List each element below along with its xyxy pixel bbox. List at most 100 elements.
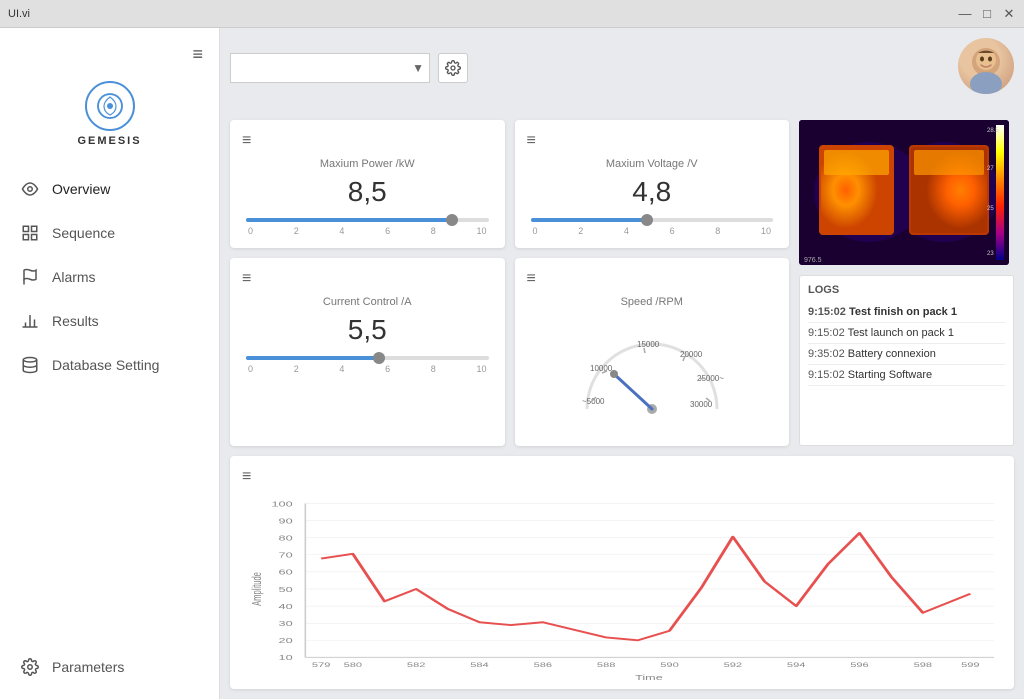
card-menu-icon[interactable]: ≡ — [527, 270, 778, 288]
eye-icon — [20, 179, 40, 199]
sidebar-item-label-database: Database Setting — [52, 357, 159, 373]
sidebar-item-alarms[interactable]: Alarms — [0, 255, 219, 299]
max-power-slider[interactable]: 0246810 — [242, 218, 493, 236]
topbar: ▼ — [230, 38, 1014, 98]
settings-gear-button[interactable] — [438, 53, 468, 83]
svg-text:90: 90 — [279, 518, 293, 526]
svg-text:Time: Time — [635, 674, 663, 682]
svg-text:588: 588 — [597, 661, 615, 668]
speed-gauge-card: ≡ Speed /RPM ~5000 10000 15000 20000 250… — [515, 258, 790, 446]
card-menu-icon[interactable]: ≡ — [527, 132, 778, 150]
max-power-label: Maxium Power /kW — [242, 158, 493, 170]
speed-label: Speed /RPM — [527, 296, 778, 308]
maximize-button[interactable]: □ — [980, 7, 994, 21]
cards-grid: ≡ Maxium Power /kW 8,5 0246810 — [230, 120, 789, 446]
max-voltage-card: ≡ Maxium Voltage /V 4,8 0246810 — [515, 120, 790, 248]
log-entry-2: 9:35:02 Battery connexion — [808, 344, 1005, 365]
sequence-icon — [20, 223, 40, 243]
svg-text:10000: 10000 — [590, 364, 613, 373]
line-chart-svg: 100 90 80 70 60 50 40 30 20 10 Amplitude… — [242, 494, 1002, 684]
svg-text:599: 599 — [961, 661, 979, 668]
svg-text:40: 40 — [279, 603, 293, 611]
current-control-label: Current Control /A — [242, 296, 493, 308]
sidebar-item-overview[interactable]: Overview — [0, 167, 219, 211]
svg-text:27: 27 — [987, 166, 994, 172]
user-avatar[interactable] — [958, 38, 1014, 94]
svg-text:23: 23 — [987, 251, 994, 257]
minimize-button[interactable]: — — [958, 7, 972, 21]
svg-text:28.5: 28.5 — [987, 128, 999, 134]
log-time-2: 9:35:02 — [808, 348, 845, 360]
svg-text:~5000: ~5000 — [582, 397, 605, 406]
sidebar: ≡ GEMESIS Overview Sequence — [0, 28, 220, 699]
sidebar-item-sequence[interactable]: Sequence — [0, 211, 219, 255]
log-text-2: Battery connexion — [848, 348, 936, 360]
flag-icon — [20, 267, 40, 287]
logo-icon — [85, 81, 135, 131]
svg-text:10: 10 — [279, 654, 293, 662]
log-time-3: 9:15:02 — [808, 369, 845, 381]
sidebar-item-label-parameters: Parameters — [52, 659, 124, 675]
svg-text:20000: 20000 — [680, 350, 703, 359]
svg-text:586: 586 — [534, 661, 552, 668]
titlebar: UI.vi — □ ✕ — [0, 0, 1024, 28]
sidebar-item-label-sequence: Sequence — [52, 225, 115, 241]
app: ≡ GEMESIS Overview Sequence — [0, 28, 1024, 699]
max-voltage-label: Maxium Voltage /V — [527, 158, 778, 170]
gauge-wrap: ~5000 10000 15000 20000 25000~ 30000 — [527, 314, 778, 434]
select-wrapper: ▼ — [230, 53, 430, 83]
gear-icon — [20, 657, 40, 677]
sidebar-item-results[interactable]: Results — [0, 299, 219, 343]
log-entry-0: 9:15:02 Test finish on pack 1 — [808, 302, 1005, 323]
svg-text:Amplitude: Amplitude — [251, 572, 264, 606]
svg-text:592: 592 — [724, 661, 742, 668]
right-panel: 28.5 27 25 23 976.5 LOGS 9:15:02 Test fi… — [799, 120, 1014, 446]
log-time-1: 9:15:02 — [808, 327, 845, 339]
sidebar-item-label-alarms: Alarms — [52, 269, 96, 285]
close-button[interactable]: ✕ — [1002, 7, 1016, 21]
thermal-svg: 28.5 27 25 23 976.5 — [799, 120, 1009, 265]
sidebar-bottom: Parameters — [0, 645, 219, 689]
svg-text:580: 580 — [344, 661, 362, 668]
bar-chart-icon — [20, 311, 40, 331]
card-menu-icon[interactable]: ≡ — [242, 132, 493, 150]
max-voltage-slider[interactable]: 0246810 — [527, 218, 778, 236]
svg-text:25: 25 — [987, 206, 994, 212]
max-power-value: 8,5 — [242, 176, 493, 208]
log-time-0: 9:15:02 — [808, 306, 846, 318]
titlebar-title: UI.vi — [8, 8, 30, 20]
svg-text:60: 60 — [279, 569, 293, 577]
logs-panel: LOGS 9:15:02 Test finish on pack 1 9:15:… — [799, 275, 1014, 446]
current-control-value: 5,5 — [242, 314, 493, 346]
main-select[interactable] — [230, 53, 430, 83]
menu-toggle[interactable]: ≡ — [176, 38, 219, 71]
svg-text:598: 598 — [914, 661, 932, 668]
database-icon — [20, 355, 40, 375]
svg-text:594: 594 — [787, 661, 805, 668]
current-control-slider[interactable]: 0246810 — [242, 356, 493, 374]
log-text-3: Starting Software — [848, 369, 932, 381]
current-control-card: ≡ Current Control /A 5,5 0246810 — [230, 258, 505, 446]
avatar-svg — [958, 38, 1014, 94]
thermal-image: 28.5 27 25 23 976.5 — [799, 120, 1009, 265]
log-text-0: Test finish on pack 1 — [849, 306, 957, 318]
card-menu-icon[interactable]: ≡ — [242, 270, 493, 288]
svg-text:50: 50 — [279, 586, 293, 594]
titlebar-controls: — □ ✕ — [958, 7, 1016, 21]
sidebar-item-parameters[interactable]: Parameters — [0, 645, 219, 689]
svg-text:15000: 15000 — [637, 340, 660, 349]
svg-text:590: 590 — [660, 661, 678, 668]
chart-menu-icon[interactable]: ≡ — [242, 468, 1002, 486]
svg-text:976.5: 976.5 — [804, 257, 822, 264]
gemesis-logo-svg — [95, 91, 125, 121]
svg-text:70: 70 — [279, 552, 293, 560]
sidebar-logo: GEMESIS — [0, 71, 219, 167]
svg-text:579: 579 — [312, 661, 330, 668]
sidebar-item-database-setting[interactable]: Database Setting — [0, 343, 219, 387]
gear-icon — [445, 60, 461, 76]
logs-title: LOGS — [808, 284, 1005, 296]
log-entry-1: 9:15:02 Test launch on pack 1 — [808, 323, 1005, 344]
svg-text:582: 582 — [407, 661, 425, 668]
max-power-card: ≡ Maxium Power /kW 8,5 0246810 — [230, 120, 505, 248]
chart-card: ≡ 100 90 80 70 — [230, 456, 1014, 689]
